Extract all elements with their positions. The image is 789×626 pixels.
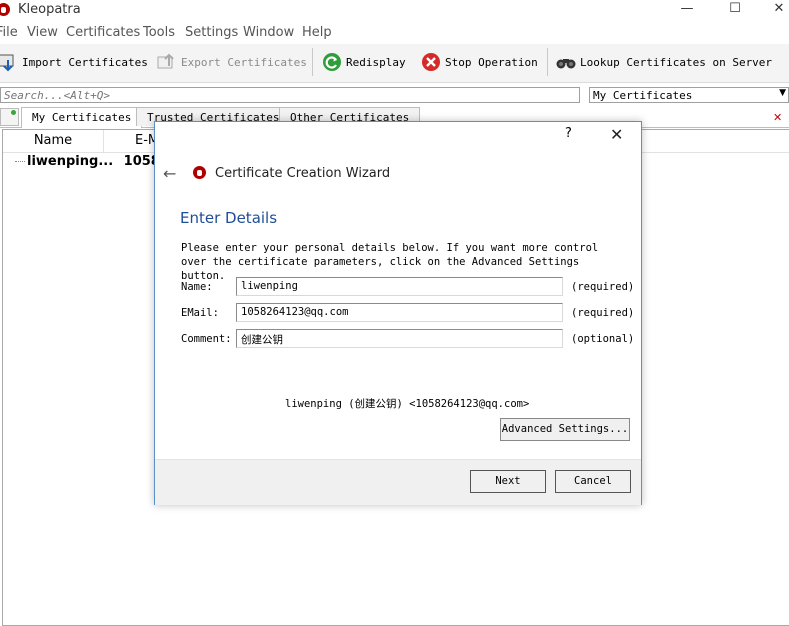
new-tab-button[interactable] — [0, 108, 19, 126]
email-input[interactable]: 1058264123@qq.com — [236, 303, 563, 322]
comment-optional-hint: (optional) — [571, 333, 635, 345]
minimize-button[interactable]: — — [664, 0, 710, 22]
menu-window[interactable]: Window — [243, 25, 294, 40]
toolbar: Import Certificates Export Certificates … — [0, 44, 789, 83]
name-required-hint: (required) — [571, 281, 635, 293]
filter-selected-value: My Certificates — [593, 89, 693, 102]
advanced-settings-button[interactable]: Advanced Settings... — [500, 418, 630, 441]
lookup-certificates-button[interactable]: Lookup Certificates on Server — [556, 50, 772, 74]
kleopatra-icon — [193, 166, 206, 179]
column-header-name[interactable]: Name — [3, 130, 104, 152]
export-certificates-button[interactable]: Export Certificates — [157, 50, 307, 74]
chevron-down-icon[interactable]: ▼ — [779, 88, 786, 98]
dialog-footer: Next Cancel — [155, 459, 641, 505]
user-id-summary: liwenping (创建公钥) <1058264123@qq.com> — [285, 398, 530, 410]
email-label: EMail: — [181, 307, 219, 319]
export-icon — [157, 53, 174, 69]
comment-input[interactable]: 创建公钥 — [236, 329, 563, 348]
redisplay-button[interactable]: Redisplay — [322, 50, 406, 74]
kleopatra-app-icon — [0, 3, 10, 16]
stop-operation-button[interactable]: Stop Operation — [421, 50, 538, 74]
menu-settings[interactable]: Settings — [185, 25, 238, 40]
tab-my-certificates[interactable]: My Certificates — [21, 107, 143, 128]
menu-view[interactable]: View — [27, 25, 58, 40]
wizard-title: Certificate Creation Wizard — [215, 166, 391, 181]
close-dialog-button[interactable]: ✕ — [610, 125, 623, 144]
search-row: My Certificates ▼ — [0, 86, 789, 106]
maximize-button[interactable]: ☐ — [712, 0, 758, 22]
search-input[interactable] — [0, 87, 580, 103]
name-input[interactable]: liwenping — [236, 277, 563, 296]
email-required-hint: (required) — [571, 307, 635, 319]
import-icon — [0, 54, 14, 72]
stop-icon — [422, 53, 440, 71]
menu-file[interactable]: File — [0, 25, 18, 40]
cert-name-cell: liwenping... — [27, 154, 114, 169]
refresh-icon — [323, 53, 341, 71]
title-bar: Kleopatra — ☐ ✕ — [0, 0, 789, 22]
menu-certificates[interactable]: Certificates — [66, 25, 140, 40]
binoculars-icon — [556, 59, 576, 69]
menu-help[interactable]: Help — [302, 25, 332, 40]
next-button[interactable]: Next — [470, 470, 546, 493]
menu-tools[interactable]: Tools — [143, 25, 175, 40]
toolbar-separator — [312, 48, 313, 76]
page-heading: Enter Details — [180, 209, 278, 227]
window-title: Kleopatra — [18, 2, 81, 17]
help-button[interactable]: ? — [565, 126, 572, 141]
name-label: Name: — [181, 281, 213, 293]
close-window-button[interactable]: ✕ — [756, 0, 789, 22]
menu-bar: File View Certificates Tools Settings Wi… — [0, 22, 789, 44]
cancel-button[interactable]: Cancel — [555, 470, 631, 493]
comment-label: Comment: — [181, 333, 232, 345]
toolbar-separator — [547, 48, 548, 76]
back-arrow-icon[interactable]: ← — [163, 164, 176, 183]
certificate-filter-select[interactable]: My Certificates ▼ — [589, 87, 789, 103]
certificate-creation-wizard-dialog: ? ✕ ← Certificate Creation Wizard Enter … — [154, 121, 642, 505]
import-certificates-button[interactable]: Import Certificates — [0, 50, 148, 74]
close-tab-icon[interactable]: ✕ — [773, 111, 782, 124]
